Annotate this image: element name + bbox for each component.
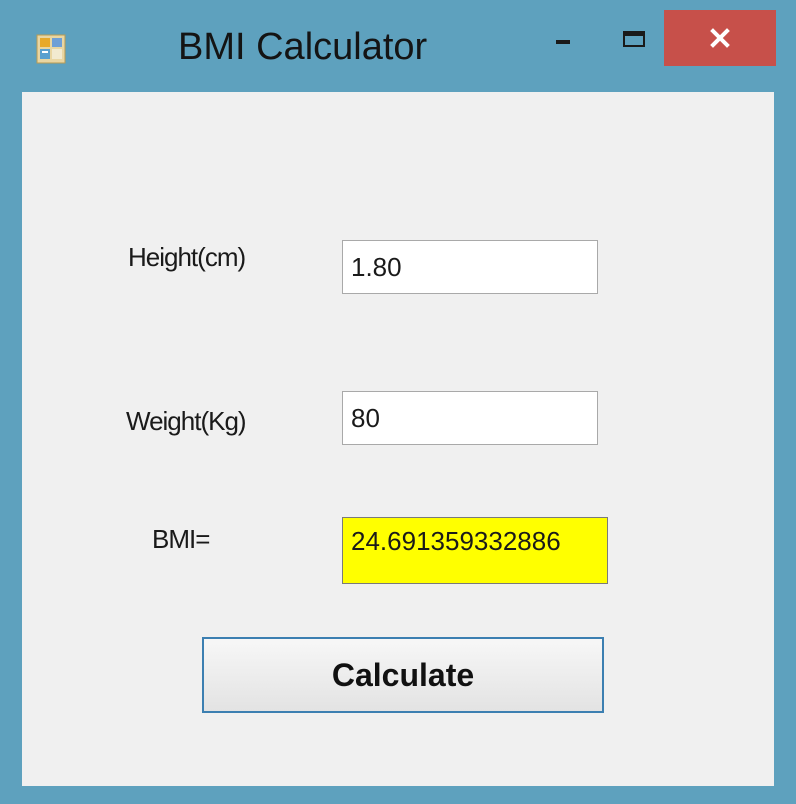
form-client-area: Height(cm) Weight(Kg) BMI= 24.6913593328…	[22, 92, 774, 786]
height-input[interactable]	[342, 240, 598, 294]
title-bar[interactable]: BMI Calculator	[0, 0, 796, 92]
app-icon	[36, 34, 66, 64]
bmi-label: BMI=	[152, 524, 210, 554]
app-window: BMI Calculator Height(cm) 1.80 Weight(Kg…	[0, 0, 796, 804]
weight-input[interactable]	[342, 391, 598, 445]
close-button[interactable]	[664, 10, 776, 66]
height-label: Height(cm)	[128, 242, 246, 272]
minimize-icon	[532, 40, 592, 70]
calculate-button[interactable]: Calculate	[202, 637, 604, 713]
close-icon	[664, 28, 776, 70]
weight-label: Weight(Kg)	[126, 406, 247, 436]
maximize-icon	[604, 31, 664, 70]
window-title: BMI Calculator	[178, 26, 428, 68]
minimize-button[interactable]	[532, 10, 592, 66]
bmi-result-field: 24.691359332886	[342, 517, 608, 584]
maximize-button[interactable]	[604, 10, 664, 66]
